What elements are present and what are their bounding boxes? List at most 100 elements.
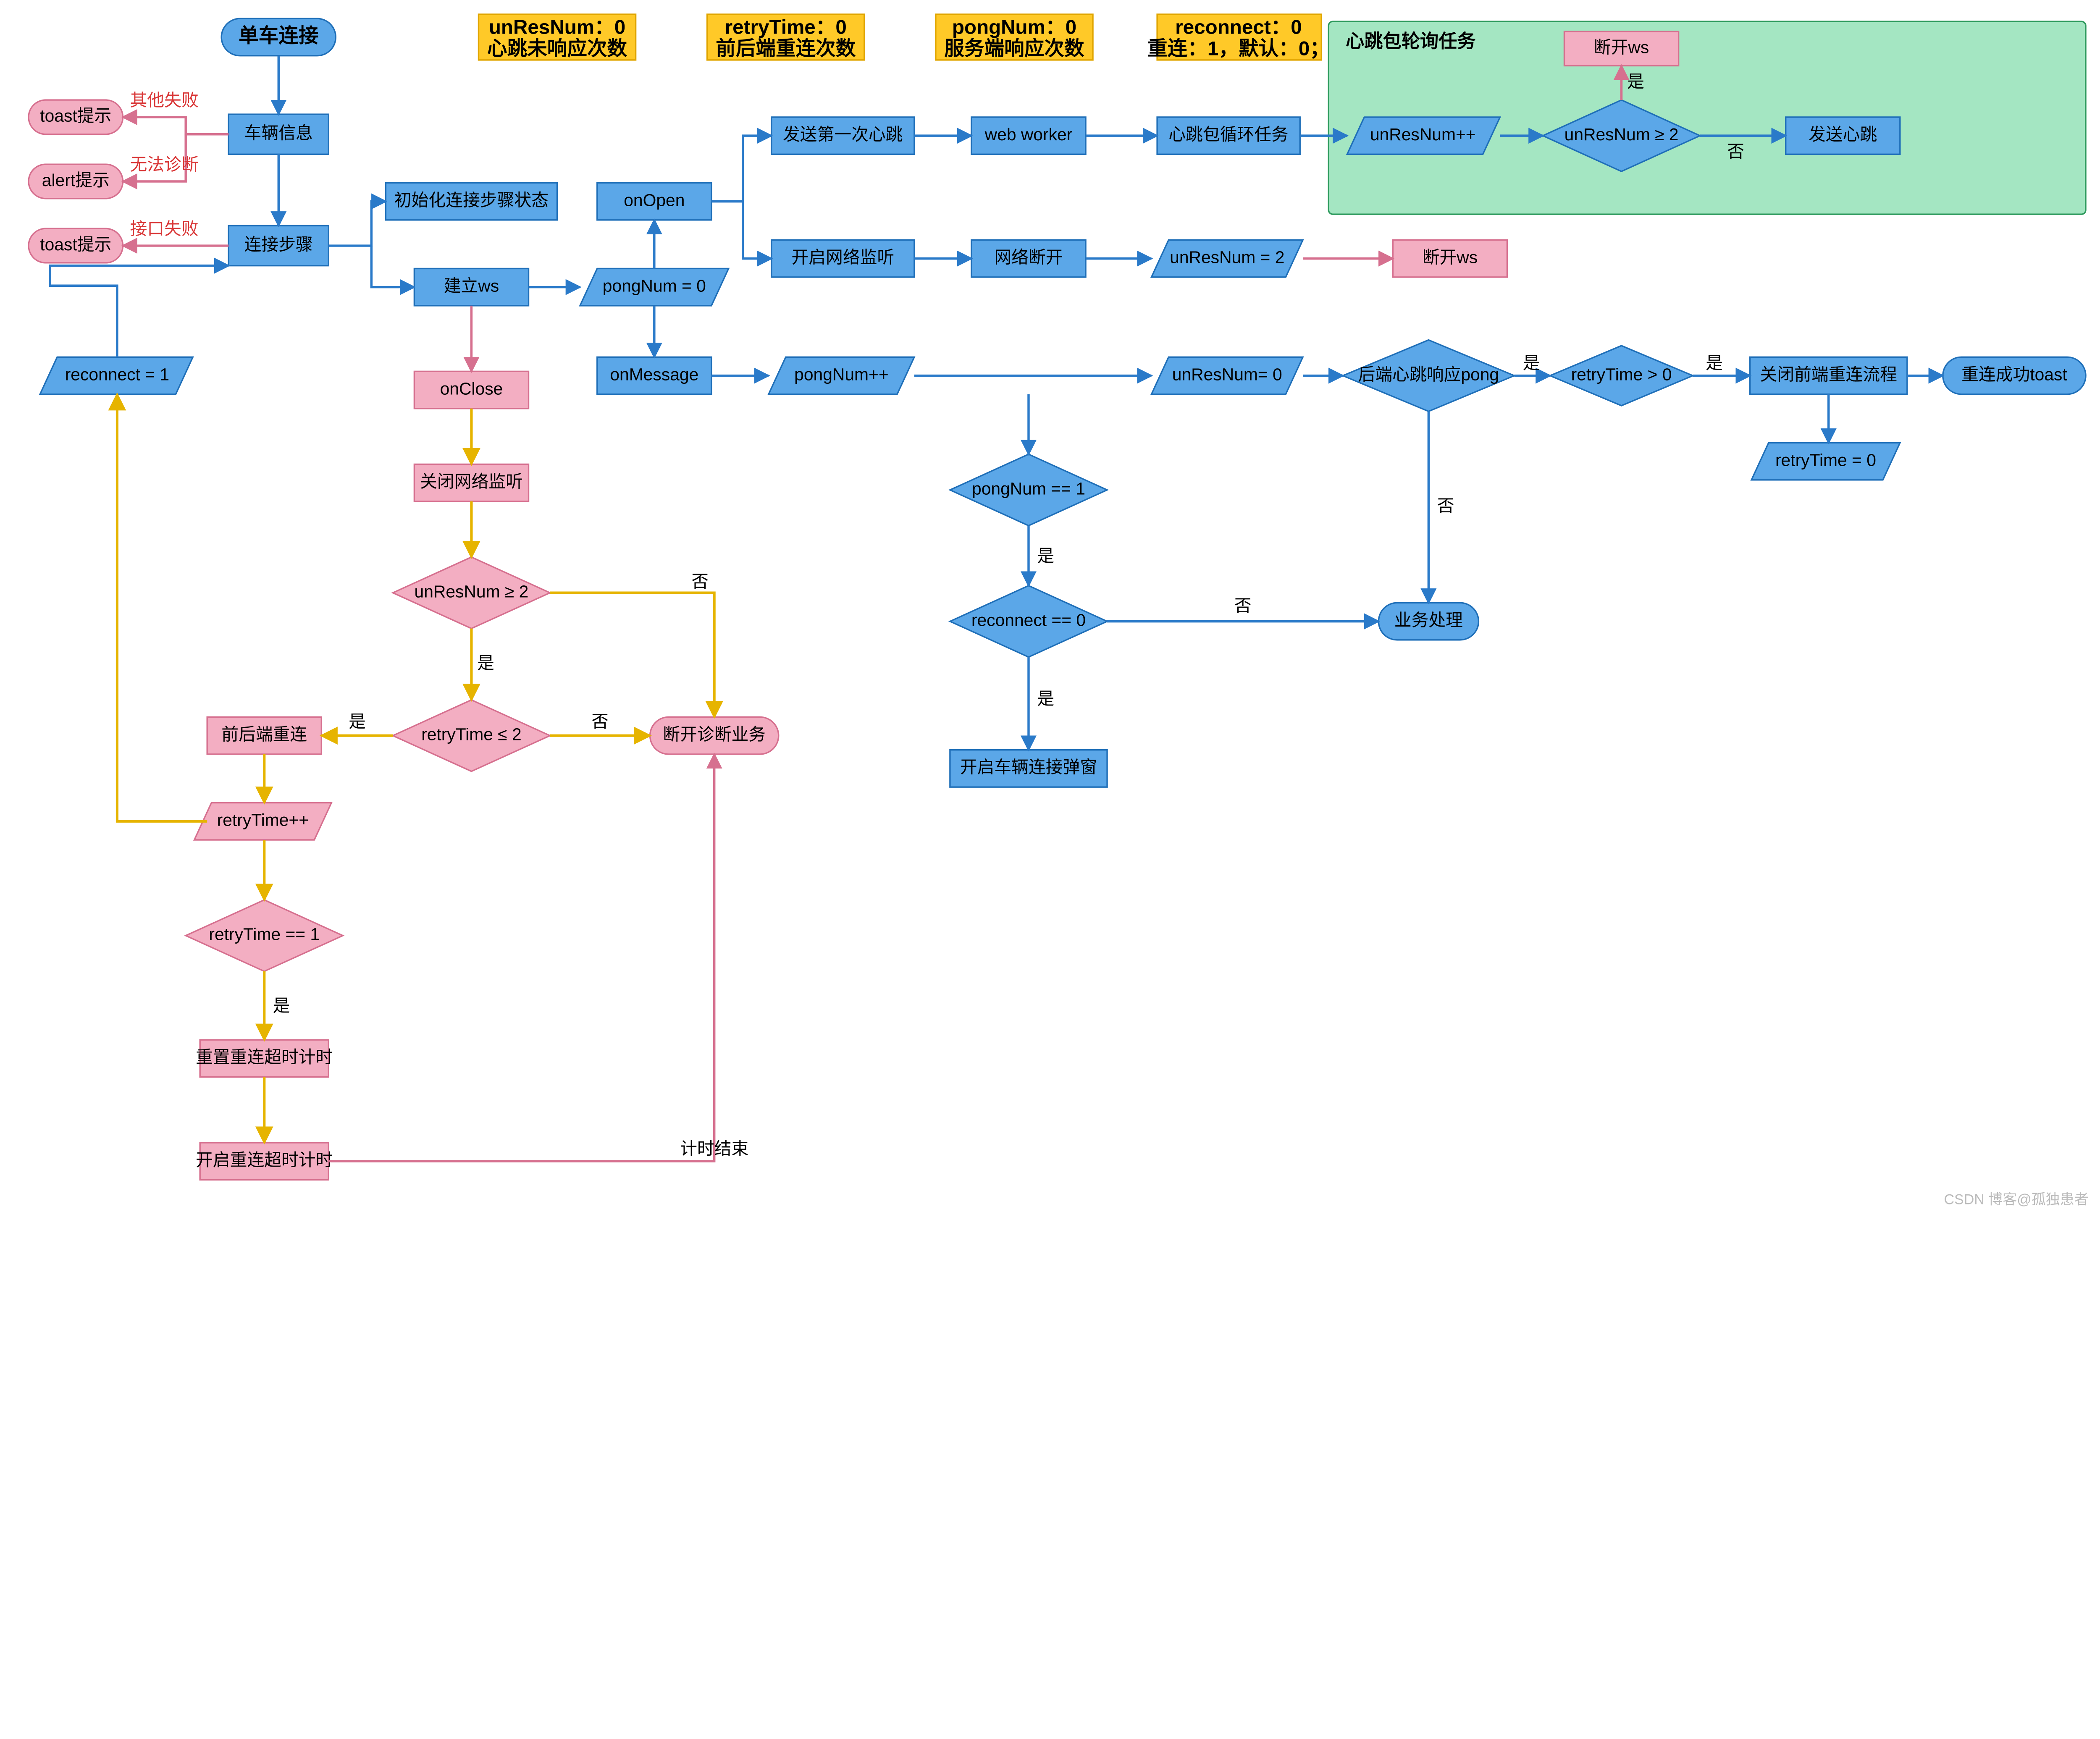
node-disc-ws-1: 断开ws xyxy=(1564,31,1678,66)
node-start-net: 开启网络监听 xyxy=(772,240,914,277)
badge-unresnum: unResNum：0心跳未响应次数 xyxy=(478,14,635,60)
svg-text:retryTime = 0: retryTime = 0 xyxy=(1775,450,1876,470)
node-vehicle-info: 车辆信息 xyxy=(228,114,328,154)
svg-text:reconnect = 1: reconnect = 1 xyxy=(65,365,169,384)
node-pong-eq1: pongNum == 1 xyxy=(950,454,1107,526)
svg-text:否: 否 xyxy=(591,712,609,731)
svg-text:alert提示: alert提示 xyxy=(42,170,110,190)
badge-retrytime: retryTime：0前后端重连次数 xyxy=(707,14,864,60)
node-retry-le2: retryTime ≤ 2 xyxy=(393,700,550,771)
svg-text:心跳包循环任务: 心跳包循环任务 xyxy=(1168,125,1289,144)
node-heart-loop: 心跳包循环任务 xyxy=(1157,117,1300,154)
node-init-step: 初始化连接步骤状态 xyxy=(386,183,557,220)
node-unres-inc: unResNum++ xyxy=(1347,117,1500,154)
node-onopen: onOpen xyxy=(597,183,711,220)
node-retry-zero: retryTime = 0 xyxy=(1751,443,1900,480)
svg-text:retryTime == 1: retryTime == 1 xyxy=(209,925,320,944)
svg-text:是: 是 xyxy=(349,712,366,731)
svg-text:retryTime++: retryTime++ xyxy=(217,810,309,830)
node-send-heart: 发送心跳 xyxy=(1786,117,1900,154)
node-disc-ws-2: 断开ws xyxy=(1393,240,1507,277)
svg-text:unResNum：0: unResNum：0 xyxy=(489,16,625,39)
node-web-worker: web worker xyxy=(971,117,1086,154)
svg-text:否: 否 xyxy=(1437,496,1454,515)
svg-text:开启车辆连接弹窗: 开启车辆连接弹窗 xyxy=(960,758,1097,777)
label-api-fail: 接口失败 xyxy=(130,219,199,238)
svg-text:建立ws: 建立ws xyxy=(444,276,499,295)
node-onclose: onClose xyxy=(414,371,528,408)
svg-text:业务处理: 业务处理 xyxy=(1394,610,1463,630)
svg-text:后端心跳响应pong: 后端心跳响应pong xyxy=(1358,365,1499,384)
node-retry-inc: retryTime++ xyxy=(194,803,332,840)
svg-text:unResNum++: unResNum++ xyxy=(1370,125,1476,144)
svg-text:是: 是 xyxy=(273,996,290,1015)
svg-text:是: 是 xyxy=(1627,72,1644,91)
heartbeat-group-title: 心跳包轮询任务 xyxy=(1346,31,1475,52)
svg-text:toast提示: toast提示 xyxy=(40,235,111,254)
node-reconn-eq0: reconnect == 0 xyxy=(950,586,1107,657)
svg-text:重连：1，默认：0；: 重连：1，默认：0； xyxy=(1147,38,1330,60)
svg-text:是: 是 xyxy=(1523,353,1540,372)
svg-text:onMessage: onMessage xyxy=(610,365,698,384)
svg-text:断开诊断业务: 断开诊断业务 xyxy=(663,724,766,744)
svg-text:连接步骤: 连接步骤 xyxy=(244,235,313,254)
label-timer-end: 计时结束 xyxy=(680,1139,748,1158)
svg-text:关闭网络监听: 关闭网络监听 xyxy=(420,472,523,491)
svg-text:发送第一次心跳: 发送第一次心跳 xyxy=(783,125,903,144)
svg-text:否: 否 xyxy=(1727,142,1744,161)
node-retry-eq1: retryTime == 1 xyxy=(186,900,343,971)
node-back-pong: 后端心跳响应pong xyxy=(1343,340,1514,412)
svg-text:否: 否 xyxy=(1234,596,1252,615)
flowchart-canvas: 心跳包轮询任务 unResNum：0心跳未响应次数 retryTime：0前后端… xyxy=(0,0,2100,1214)
svg-text:unResNum ≥ 2: unResNum ≥ 2 xyxy=(1564,125,1679,144)
watermark: CSDN 博客@孤独患者 xyxy=(1944,1191,2088,1207)
node-net-off: 网络断开 xyxy=(971,240,1086,277)
node-close-net: 关闭网络监听 xyxy=(414,464,528,501)
svg-text:retryTime：0: retryTime：0 xyxy=(725,16,847,39)
node-unres-ge2b: unResNum ≥ 2 xyxy=(393,557,550,629)
svg-text:关闭前端重连流程: 关闭前端重连流程 xyxy=(1760,365,1897,384)
node-unres-zero: unResNum= 0 xyxy=(1151,357,1303,394)
node-biz: 业务处理 xyxy=(1378,603,1478,640)
svg-text:onClose: onClose xyxy=(440,379,503,398)
svg-text:发送心跳: 发送心跳 xyxy=(1809,125,1877,144)
svg-text:onOpen: onOpen xyxy=(624,190,685,210)
svg-text:车辆信息: 车辆信息 xyxy=(244,123,313,143)
svg-text:单车连接: 单车连接 xyxy=(239,25,318,47)
node-start: 单车连接 xyxy=(221,18,336,55)
svg-text:是: 是 xyxy=(1037,689,1054,708)
svg-text:retryTime ≤ 2: retryTime ≤ 2 xyxy=(421,724,522,744)
node-fe-reconn: 前后端重连 xyxy=(207,717,321,754)
node-build-ws: 建立ws xyxy=(414,268,528,305)
node-retry-gt0: retryTime > 0 xyxy=(1550,346,1693,406)
svg-text:pongNum：0: pongNum：0 xyxy=(952,16,1076,39)
svg-text:前后端重连: 前后端重连 xyxy=(221,724,307,744)
node-reconn-ok: 重连成功toast xyxy=(1943,357,2086,394)
badge-pongnum: pongNum：0服务端响应次数 xyxy=(936,14,1093,60)
svg-text:是: 是 xyxy=(1706,353,1723,372)
node-conn-step: 连接步骤 xyxy=(228,226,328,265)
node-close-front: 关闭前端重连流程 xyxy=(1750,357,1907,394)
svg-text:web worker: web worker xyxy=(984,125,1073,144)
node-reset-timer: 重置重连超时计时 xyxy=(196,1040,333,1077)
svg-text:unResNum ≥ 2: unResNum ≥ 2 xyxy=(415,582,529,601)
svg-text:开启重连超时计时: 开启重连超时计时 xyxy=(196,1150,333,1170)
svg-text:unResNum= 0: unResNum= 0 xyxy=(1172,365,1282,384)
svg-text:断开ws: 断开ws xyxy=(1423,247,1478,267)
svg-text:pongNum == 1: pongNum == 1 xyxy=(972,479,1085,498)
node-unres-2: unResNum = 2 xyxy=(1151,240,1303,277)
svg-text:前后端重连次数: 前后端重连次数 xyxy=(716,38,856,60)
node-toast1: toast提示 xyxy=(29,100,123,134)
svg-text:reconnect == 0: reconnect == 0 xyxy=(971,610,1086,630)
label-other-fail: 其他失败 xyxy=(130,90,199,110)
svg-text:开启网络监听: 开启网络监听 xyxy=(791,247,894,267)
svg-text:是: 是 xyxy=(477,653,494,672)
svg-text:服务端响应次数: 服务端响应次数 xyxy=(944,38,1084,60)
svg-text:网络断开: 网络断开 xyxy=(994,247,1063,267)
node-pong-zero: pongNum = 0 xyxy=(580,268,729,305)
node-toast2: toast提示 xyxy=(29,228,123,263)
svg-text:unResNum = 2: unResNum = 2 xyxy=(1170,247,1284,267)
svg-text:心跳未响应次数: 心跳未响应次数 xyxy=(487,38,627,60)
label-no-diag: 无法诊断 xyxy=(130,155,199,174)
node-start-timer: 开启重连超时计时 xyxy=(196,1143,333,1180)
